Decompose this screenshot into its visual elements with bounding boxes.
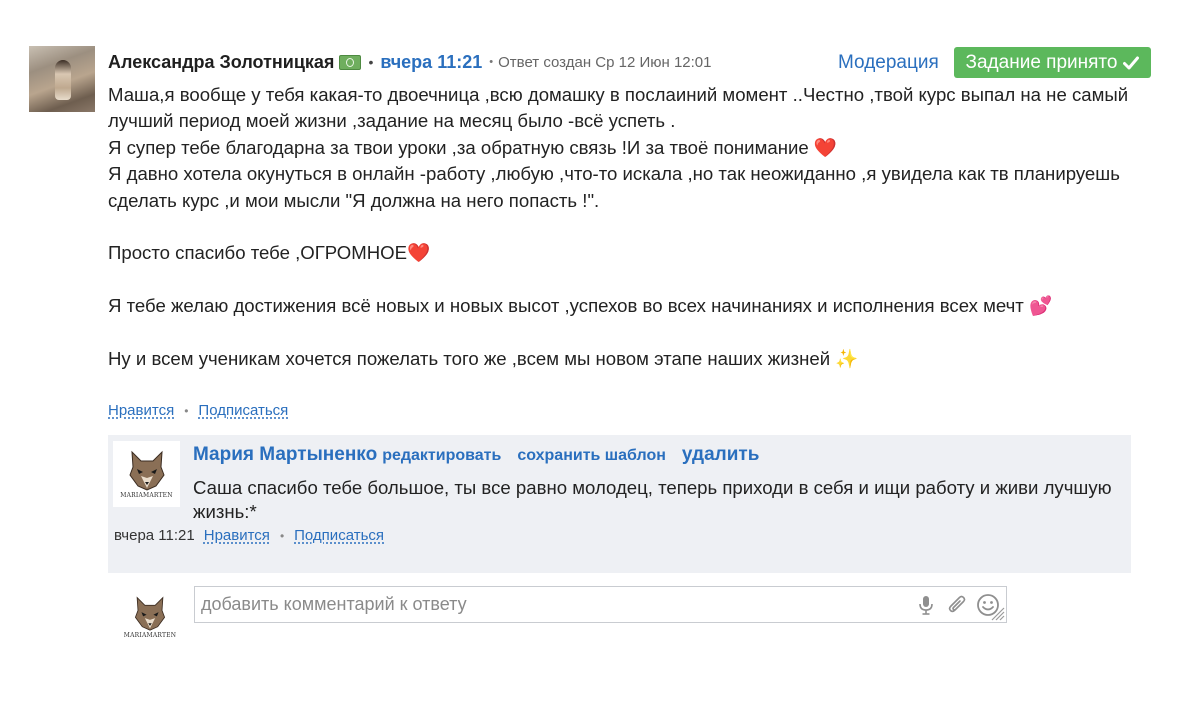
post-time-link[interactable]: вчера 11:21 [380,52,482,73]
post-paragraph: Я давно хотела окунуться в онлайн -работ… [108,163,1120,211]
moderation-link[interactable]: Модерация [838,52,939,74]
paperclip-icon[interactable] [946,593,968,617]
post-paragraph: Я супер тебе благодарна за твои уроки ,з… [108,136,838,158]
post-paragraph: Маша,я вообще у тебя какая-то двоечница … [108,84,1129,132]
current-user-avatar: MARIAMARTEN [123,589,177,645]
post-actions: Нравится • Подписаться [108,402,288,419]
reply-like-link[interactable]: Нравится [204,527,270,544]
resize-grip-icon[interactable] [989,605,1005,621]
task-accepted-button[interactable]: Задание принято [954,47,1151,78]
separator-dot: • [184,403,189,418]
post-header: Александра Золотницкая • вчера 11:21 • О… [108,50,711,74]
author-avatar[interactable] [29,46,95,112]
like-link[interactable]: Нравится [108,402,174,419]
author-name[interactable]: Александра Золотницкая [108,52,334,73]
post-paragraph: Просто спасибо тебе ,ОГРОМНОЕ❤️ [108,242,431,264]
save-template-link[interactable]: сохранить шаблон [517,447,666,465]
check-icon [1123,56,1140,69]
logo-text: MARIAMARTEN [120,492,173,499]
microphone-icon[interactable] [917,593,935,617]
reply-text: Саша спасибо тебе большое, ты все равно … [193,477,1112,522]
reply-block: MARIAMARTEN Мария Мартыненко редактирова… [108,435,1131,573]
reply-author-avatar[interactable]: MARIAMARTEN [113,441,180,507]
separator-dot-small: • [489,56,494,68]
subscribe-link[interactable]: Подписаться [198,402,288,419]
logo-text: MARIAMARTEN [123,632,177,639]
post-paragraph: Я тебе желаю достижения всё новых и новы… [108,295,1053,317]
post-body: Маша,я вообще у тебя какая-то двоечница … [108,82,1148,372]
reply-header: Мария Мартыненко редактировать сохранить… [193,444,759,466]
separator-dot: • [368,54,374,70]
edit-link[interactable]: редактировать [382,447,501,465]
money-icon [339,54,362,70]
reply-actions: вчера 11:21 Нравится • Подписаться [114,527,384,544]
post-paragraph: Ну и всем ученикам хочется пожелать того… [108,348,859,370]
wolf-logo-icon [134,596,166,631]
comment-input[interactable] [194,586,1007,623]
avatar-figure [55,60,71,100]
delete-link[interactable]: удалить [682,444,759,466]
task-accepted-label: Задание принято [965,51,1118,73]
reply-author-name[interactable]: Мария Мартыненко [193,444,377,466]
created-date: Ответ создан Ср 12 Июн 12:01 [498,53,712,71]
separator-dot: • [279,528,285,543]
wolf-logo-icon [128,450,165,491]
reply-subscribe-link[interactable]: Подписаться [294,527,384,544]
reply-time: вчера 11:21 [114,527,195,544]
